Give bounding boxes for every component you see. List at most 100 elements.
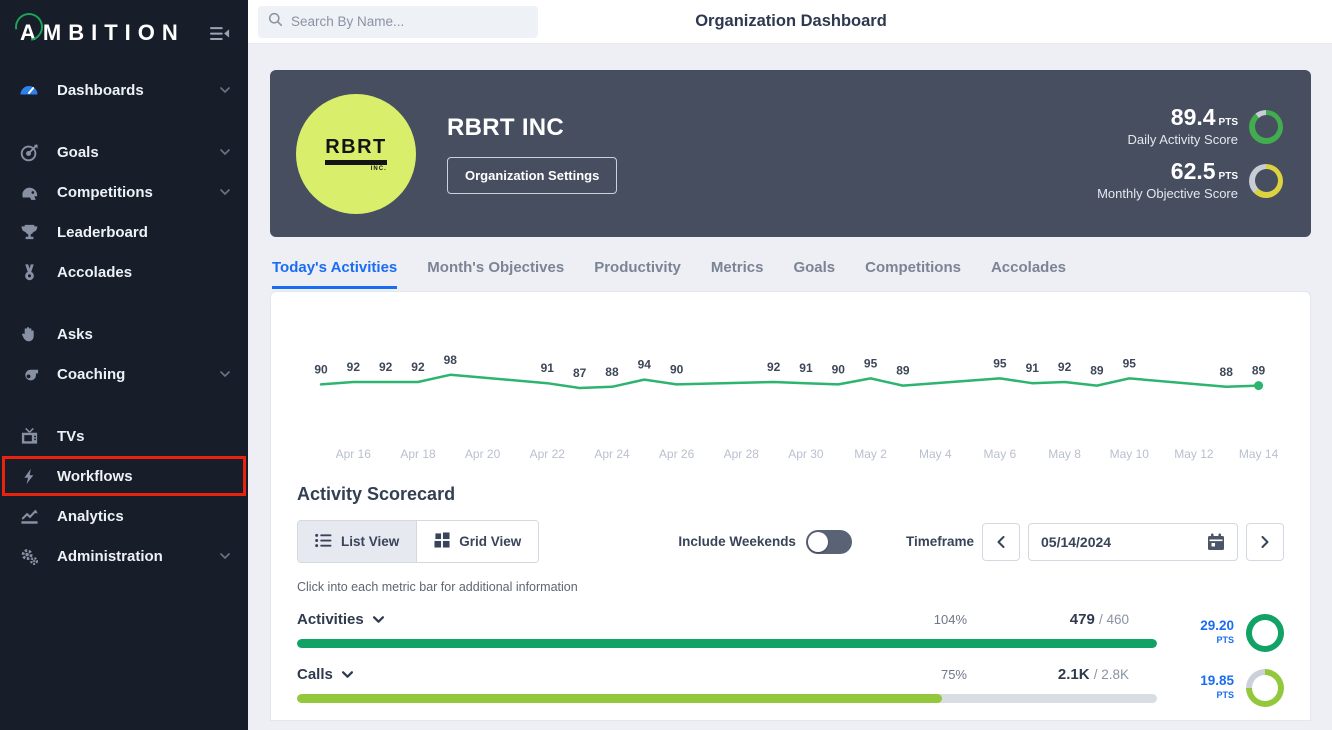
sidebar-item-coaching[interactable]: Coaching <box>0 354 248 394</box>
tab-month-s-objectives[interactable]: Month's Objectives <box>427 253 564 289</box>
search-icon <box>268 12 283 32</box>
score-unit: PTS <box>1219 171 1238 182</box>
view-switcher: List View Grid View <box>297 520 539 563</box>
chart-value-label: 88 <box>1220 365 1234 379</box>
tab-metrics[interactable]: Metrics <box>711 253 764 289</box>
sidebar-item-accolades[interactable]: Accolades <box>0 252 248 292</box>
main-area: Organization Dashboard RBRT INC. RBRT IN… <box>248 0 1332 730</box>
chart-value-label: 95 <box>1123 356 1137 370</box>
sidebar-item-label: Accolades <box>57 264 132 281</box>
timeframe-next-button[interactable] <box>1246 523 1284 561</box>
sidebar-item-leaderboard[interactable]: Leaderboard <box>0 212 248 252</box>
sidebar-item-workflows[interactable]: Workflows <box>2 456 246 496</box>
ambition-logo: AMBITION <box>20 20 185 46</box>
chart-value-label: 90 <box>314 362 328 376</box>
chevron-down-icon <box>220 189 230 195</box>
grid-view-label: Grid View <box>459 534 521 549</box>
score-ring <box>1249 164 1283 198</box>
score-text: 89.4PTS Daily Activity Score <box>1127 106 1238 147</box>
competitions-helmet-icon <box>18 183 40 202</box>
search-box[interactable] <box>258 6 538 38</box>
grid-view-button[interactable]: Grid View <box>417 521 538 562</box>
sidebar-collapse-icon[interactable] <box>210 26 230 41</box>
chart-value-label: 95 <box>864 356 878 370</box>
chevron-down-icon[interactable] <box>373 610 384 628</box>
tab-goals[interactable]: Goals <box>793 253 835 289</box>
organization-settings-button[interactable]: Organization Settings <box>447 157 617 194</box>
chart-tick-label: May 14 <box>1239 447 1279 461</box>
metric-bar[interactable] <box>297 639 1157 648</box>
metric-row-activities: Activities 104% 479 / 460 29.20 PTS <box>297 606 1284 652</box>
sidebar-item-label: Leaderboard <box>57 224 148 241</box>
chart-value-label: 94 <box>638 358 652 372</box>
metric-goal: / 2.8K <box>1094 667 1129 682</box>
chart-tick-label: Apr 30 <box>788 447 824 461</box>
controls-right: Include Weekends Timeframe <box>678 523 1284 561</box>
sidebar-item-dashboards[interactable]: Dashboards <box>0 70 248 110</box>
metric-points-unit: PTS <box>1200 634 1234 647</box>
leaderboard-trophy-icon <box>18 223 40 242</box>
chart-tick-label: Apr 16 <box>336 447 372 461</box>
chart-value-label: 88 <box>605 365 619 379</box>
score-daily-activity-score: 89.4PTS Daily Activity Score <box>1097 106 1283 147</box>
chart-value-label: 91 <box>541 361 555 375</box>
dashboard-gauge-icon <box>18 80 40 100</box>
toggle-knob <box>808 532 828 552</box>
administration-gears-icon <box>18 547 40 566</box>
sidebar-item-competitions[interactable]: Competitions <box>0 172 248 212</box>
organization-name: RBRT INC <box>447 114 617 142</box>
score-text: 62.5PTS Monthly Objective Score <box>1097 160 1238 201</box>
score-ring <box>1249 110 1283 144</box>
activity-trend-chart: 9092929298918788949092919095899591928995… <box>297 318 1284 480</box>
tab-today-s-activities[interactable]: Today's Activities <box>272 253 397 289</box>
chart-value-label: 95 <box>993 356 1007 370</box>
sidebar-item-tvs[interactable]: TVs <box>0 416 248 456</box>
metric-header[interactable]: Activities 104% 479 / 460 <box>297 606 1157 632</box>
timeframe-prev-button[interactable] <box>982 523 1020 561</box>
accolades-medal-icon <box>18 263 40 282</box>
sidebar-item-goals[interactable]: Goals <box>0 132 248 172</box>
metric-points-unit: PTS <box>1200 689 1234 702</box>
timeframe-date-input[interactable] <box>1041 534 1191 550</box>
include-weekends-toggle[interactable] <box>806 530 852 554</box>
chevron-down-icon[interactable] <box>342 665 353 683</box>
list-view-button[interactable]: List View <box>298 521 417 562</box>
score-value: 89.4 <box>1171 104 1216 130</box>
tv-icon <box>18 427 40 446</box>
score-unit: PTS <box>1219 117 1238 128</box>
chart-value-label: 91 <box>1026 361 1040 375</box>
chevron-down-icon <box>220 371 230 377</box>
sidebar-logo-row: AMBITION <box>0 0 248 60</box>
sidebar-item-label: Dashboards <box>57 82 144 99</box>
metric-ring <box>1246 669 1284 707</box>
search-input[interactable] <box>291 14 521 29</box>
tab-accolades[interactable]: Accolades <box>991 253 1066 289</box>
logo-text: MBITION <box>43 20 185 45</box>
sidebar-item-analytics[interactable]: Analytics <box>0 496 248 536</box>
chart-tick-label: May 12 <box>1174 447 1214 461</box>
sidebar-item-label: Goals <box>57 144 99 161</box>
logo-a-ring: A <box>20 20 43 46</box>
chart-tick-label: May 8 <box>1048 447 1081 461</box>
chart-endpoint-dot <box>1254 381 1263 390</box>
sidebar-item-administration[interactable]: Administration <box>0 536 248 576</box>
metric-value: 479 / 460 <box>967 611 1157 628</box>
score-monthly-objective-score: 62.5PTS Monthly Objective Score <box>1097 160 1283 201</box>
metric-points: 29.20 PTS <box>1200 619 1234 647</box>
sidebar-item-asks[interactable]: Asks <box>0 314 248 354</box>
metric-header[interactable]: Calls 75% 2.1K / 2.8K <box>297 661 1157 687</box>
metric-bar[interactable] <box>297 694 1157 703</box>
tab-productivity[interactable]: Productivity <box>594 253 681 289</box>
chart-tick-label: Apr 28 <box>724 447 760 461</box>
timeframe-date-field[interactable] <box>1028 523 1238 561</box>
chart-value-label: 92 <box>1058 360 1072 374</box>
calendar-icon[interactable] <box>1207 533 1225 551</box>
chart-value-label: 91 <box>799 361 813 375</box>
metric-list: Activities 104% 479 / 460 29.20 PTS Call… <box>297 606 1284 707</box>
organization-scores: 89.4PTS Daily Activity Score 62.5PTS Mon… <box>1097 106 1283 201</box>
tab-competitions[interactable]: Competitions <box>865 253 961 289</box>
page-title: Organization Dashboard <box>695 12 887 31</box>
metric-points-value: 29.20 <box>1200 619 1234 632</box>
list-view-icon <box>315 533 332 551</box>
chart-tick-label: Apr 22 <box>530 447 566 461</box>
